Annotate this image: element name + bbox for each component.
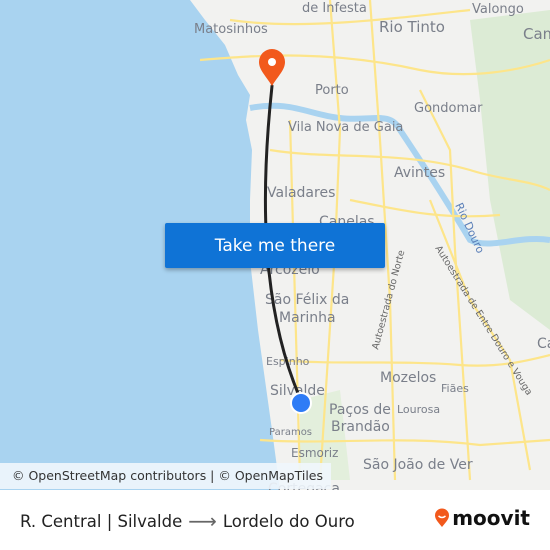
map-label: de Infesta — [302, 1, 367, 16]
map-label: Cam — [523, 25, 550, 43]
destination-pin-icon[interactable] — [259, 49, 285, 86]
map-label: Rio Douro — [452, 201, 487, 256]
map-label: Ca — [537, 336, 550, 352]
map-label: Marinha — [279, 310, 336, 326]
map-label: São Félix da — [265, 292, 349, 308]
map-label: Brandão — [331, 419, 390, 435]
map-label: Matosinhos — [194, 22, 268, 37]
map-label: Vila Nova de Gaia — [288, 120, 403, 135]
map-label: Fiães — [441, 382, 469, 395]
map-label: Valongo — [472, 2, 524, 17]
map-label: Esmoriz — [291, 446, 338, 460]
map-label: Rio Tinto — [379, 18, 445, 36]
map-label: Lourosa — [397, 403, 440, 416]
map-label: Paramos — [269, 427, 312, 438]
map-label: Gondomar — [414, 101, 483, 116]
brand-name: moovit — [452, 506, 530, 530]
map-label: Porto — [315, 83, 349, 98]
arrow-right-icon: ⟶ — [188, 509, 217, 533]
footer: R. Central | Silvalde ⟶ Lordelo do Ouro … — [0, 490, 550, 550]
origin-name: R. Central | Silvalde — [20, 511, 183, 531]
moovit-logo: moovit — [434, 506, 530, 530]
map[interactable]: de Infesta Matosinhos Rio Tinto Valongo … — [0, 0, 550, 490]
origin-marker[interactable] — [290, 392, 312, 414]
forest-area — [470, 10, 550, 330]
map-label: Paços de — [329, 402, 391, 418]
map-label: Mozelos — [380, 370, 436, 386]
map-label: São João de Ver — [363, 457, 473, 473]
destination-name: Lordelo do Ouro — [222, 511, 355, 531]
take-me-there-button[interactable]: Take me there — [165, 223, 385, 268]
map-label: Avintes — [394, 165, 445, 181]
map-attribution[interactable]: © OpenStreetMap contributors | © OpenMap… — [0, 463, 332, 489]
route-summary: R. Central | Silvalde ⟶ Lordelo do Ouro — [20, 509, 355, 533]
map-label: Valadares — [267, 185, 335, 201]
moovit-pin-icon — [435, 508, 450, 527]
